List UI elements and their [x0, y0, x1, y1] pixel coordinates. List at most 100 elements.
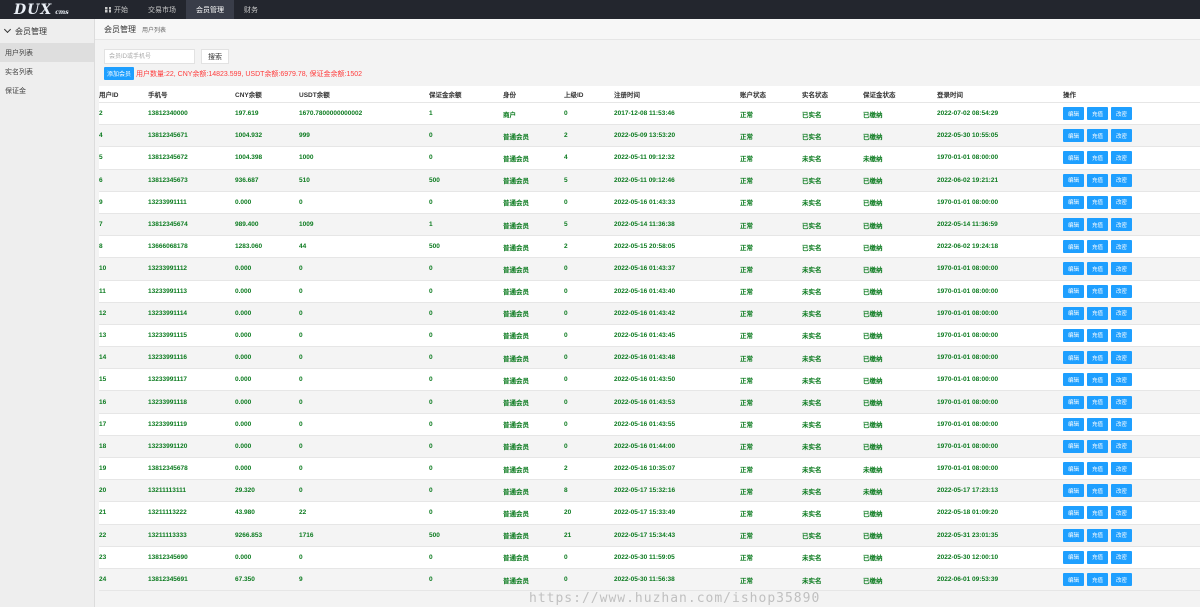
recharge-button[interactable]: 充值	[1087, 573, 1108, 587]
recharge-button[interactable]: 充值	[1087, 528, 1108, 542]
row-actions: 编辑 充值 改密	[1063, 303, 1132, 324]
change-password-button[interactable]: 改密	[1111, 351, 1132, 365]
table-cell: 未实名	[802, 289, 822, 297]
recharge-button[interactable]: 充值	[1087, 173, 1108, 187]
sidebar-item-verification-list[interactable]: 实名列表	[0, 62, 94, 81]
table-cell: 已实名	[802, 178, 822, 186]
table-cell: 0.000	[235, 398, 252, 406]
edit-button[interactable]: 编辑	[1063, 550, 1084, 564]
recharge-button[interactable]: 充值	[1087, 351, 1108, 365]
recharge-button[interactable]: 充值	[1087, 506, 1108, 520]
change-password-button[interactable]: 改密	[1111, 107, 1132, 121]
recharge-button[interactable]: 充值	[1087, 218, 1108, 232]
edit-button[interactable]: 编辑	[1063, 195, 1084, 209]
table-cell: 500	[429, 531, 440, 539]
nav-item-market[interactable]: 交易市场	[138, 0, 186, 19]
recharge-button[interactable]: 充值	[1087, 484, 1108, 498]
change-password-button[interactable]: 改密	[1111, 328, 1132, 342]
edit-button[interactable]: 编辑	[1063, 528, 1084, 542]
edit-button[interactable]: 编辑	[1063, 573, 1084, 587]
search-input[interactable]	[104, 49, 195, 64]
edit-button[interactable]: 编辑	[1063, 284, 1084, 298]
logo-sub: cms	[55, 8, 69, 16]
recharge-button[interactable]: 充值	[1087, 129, 1108, 143]
change-password-button[interactable]: 改密	[1111, 151, 1132, 165]
table-cell: 普通会员	[503, 400, 529, 408]
windows-icon	[105, 6, 111, 13]
recharge-button[interactable]: 充值	[1087, 306, 1108, 320]
search-button[interactable]: 搜索	[201, 49, 229, 64]
change-password-button[interactable]: 改密	[1111, 129, 1132, 143]
table-cell: 1970-01-01 08:00:00	[937, 265, 999, 273]
recharge-button[interactable]: 充值	[1087, 195, 1108, 209]
edit-button[interactable]: 编辑	[1063, 306, 1084, 320]
table-cell: 已缴纳	[863, 577, 883, 585]
edit-button[interactable]: 编辑	[1063, 173, 1084, 187]
table-cell: 已缴纳	[863, 111, 883, 119]
table-cell: 0	[429, 465, 433, 473]
edit-button[interactable]: 编辑	[1063, 129, 1084, 143]
table-cell: 已实名	[802, 111, 822, 119]
change-password-button[interactable]: 改密	[1111, 462, 1132, 476]
recharge-button[interactable]: 充值	[1087, 395, 1108, 409]
table-cell: 5	[564, 221, 568, 229]
change-password-button[interactable]: 改密	[1111, 173, 1132, 187]
change-password-button[interactable]: 改密	[1111, 240, 1132, 254]
sidebar-section-header[interactable]: 会员管理	[0, 19, 94, 43]
recharge-button[interactable]: 充值	[1087, 439, 1108, 453]
recharge-button[interactable]: 充值	[1087, 262, 1108, 276]
edit-button[interactable]: 编辑	[1063, 506, 1084, 520]
edit-button[interactable]: 编辑	[1063, 373, 1084, 387]
recharge-button[interactable]: 充值	[1087, 151, 1108, 165]
edit-button[interactable]: 编辑	[1063, 328, 1084, 342]
change-password-button[interactable]: 改密	[1111, 195, 1132, 209]
recharge-button[interactable]: 充值	[1087, 284, 1108, 298]
recharge-button[interactable]: 充值	[1087, 417, 1108, 431]
change-password-button[interactable]: 改密	[1111, 373, 1132, 387]
nav-item-members[interactable]: 会员管理	[186, 0, 234, 19]
recharge-button[interactable]: 充值	[1087, 240, 1108, 254]
change-password-button[interactable]: 改密	[1111, 550, 1132, 564]
nav-item-start[interactable]: 开始	[95, 0, 138, 19]
table-cell: 13666068178	[148, 243, 188, 251]
add-member-button[interactable]: 添加会员	[104, 67, 135, 80]
logo[interactable]: DUX cms	[0, 0, 95, 19]
edit-button[interactable]: 编辑	[1063, 262, 1084, 276]
change-password-button[interactable]: 改密	[1111, 528, 1132, 542]
edit-button[interactable]: 编辑	[1063, 151, 1084, 165]
change-password-button[interactable]: 改密	[1111, 417, 1132, 431]
recharge-button[interactable]: 充值	[1087, 550, 1108, 564]
table-cell: 未缴纳	[863, 488, 883, 496]
table-cell: 17	[99, 420, 107, 428]
edit-button[interactable]: 编辑	[1063, 218, 1084, 232]
change-password-button[interactable]: 改密	[1111, 284, 1132, 298]
table-cell: 1970-01-01 08:00:00	[937, 354, 999, 362]
table-cell: 普通会员	[503, 133, 529, 141]
edit-button[interactable]: 编辑	[1063, 439, 1084, 453]
change-password-button[interactable]: 改密	[1111, 573, 1132, 587]
edit-button[interactable]: 编辑	[1063, 107, 1084, 121]
change-password-button[interactable]: 改密	[1111, 484, 1132, 498]
change-password-button[interactable]: 改密	[1111, 395, 1132, 409]
table-cell: 1970-01-01 08:00:00	[937, 465, 999, 473]
edit-button[interactable]: 编辑	[1063, 417, 1084, 431]
table-cell: 2022-05-30 11:56:38	[614, 576, 675, 584]
table-cell: 0	[564, 576, 568, 584]
recharge-button[interactable]: 充值	[1087, 328, 1108, 342]
change-password-button[interactable]: 改密	[1111, 306, 1132, 320]
change-password-button[interactable]: 改密	[1111, 439, 1132, 453]
change-password-button[interactable]: 改密	[1111, 218, 1132, 232]
edit-button[interactable]: 编辑	[1063, 351, 1084, 365]
edit-button[interactable]: 编辑	[1063, 462, 1084, 476]
recharge-button[interactable]: 充值	[1087, 462, 1108, 476]
edit-button[interactable]: 编辑	[1063, 484, 1084, 498]
edit-button[interactable]: 编辑	[1063, 240, 1084, 254]
recharge-button[interactable]: 充值	[1087, 373, 1108, 387]
change-password-button[interactable]: 改密	[1111, 506, 1132, 520]
nav-item-finance[interactable]: 财务	[234, 0, 268, 19]
recharge-button[interactable]: 充值	[1087, 107, 1108, 121]
edit-button[interactable]: 编辑	[1063, 395, 1084, 409]
change-password-button[interactable]: 改密	[1111, 262, 1132, 276]
sidebar-item-deposit[interactable]: 保证金	[0, 81, 94, 100]
sidebar-item-user-list[interactable]: 用户列表	[0, 43, 94, 62]
